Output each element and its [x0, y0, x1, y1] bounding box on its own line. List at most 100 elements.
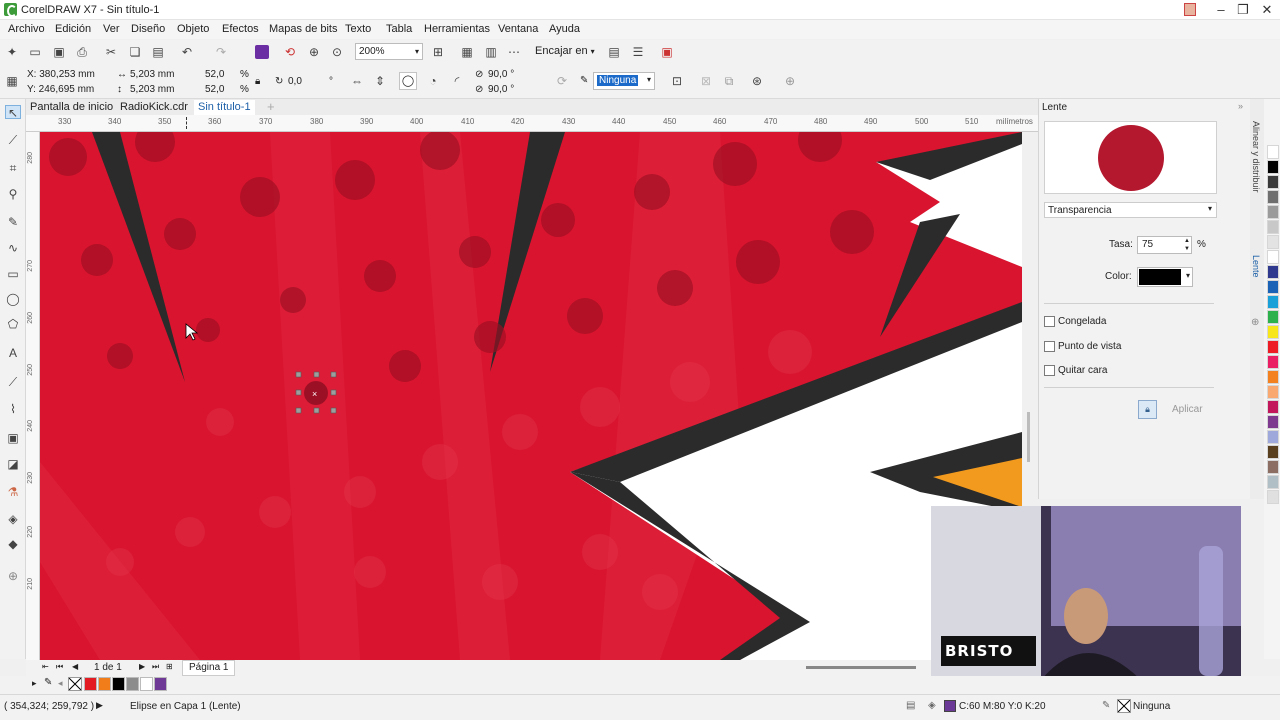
launch-icon[interactable]: ▣ — [660, 45, 674, 59]
object-origin-icon[interactable]: ▦ — [5, 74, 19, 88]
smart-fill-icon[interactable]: ◆ — [5, 537, 21, 551]
new-document-icon[interactable]: ✦ — [5, 45, 19, 59]
menu-herramientas[interactable]: Herramientas — [424, 23, 490, 35]
connector-tool-icon[interactable]: ⌇ — [5, 402, 21, 416]
full-screen-icon[interactable]: ▦ — [460, 45, 474, 59]
document-palette-swatch[interactable] — [140, 677, 153, 691]
zoom-tool-icon[interactable]: ⚲ — [5, 187, 21, 201]
drop-shadow-icon[interactable]: ▣ — [5, 431, 21, 445]
palette-swatch[interactable] — [1267, 415, 1279, 429]
outline-width-select[interactable]: Ninguna ▾ — [593, 72, 655, 90]
wrap-text-icon[interactable]: ⊠ — [699, 74, 713, 88]
lens-type-select[interactable]: Transparencia ▾ — [1044, 202, 1217, 218]
menu-diseno[interactable]: Diseño — [131, 23, 165, 35]
arrange-icon[interactable]: ⧉ — [722, 74, 736, 88]
drawing-canvas[interactable]: × — [40, 132, 1022, 660]
next-page-icon[interactable]: ▶ — [139, 662, 145, 671]
options-icon[interactable]: ☰ — [631, 45, 645, 59]
tab-align-distribute[interactable]: Alinear y distribuir — [1251, 121, 1261, 193]
palette-swatch[interactable] — [1267, 220, 1279, 234]
no-color-swatch[interactable] — [68, 677, 82, 691]
pie-mode-icon[interactable]: ◔ — [426, 74, 440, 88]
document-icon[interactable]: ▤ — [906, 700, 915, 711]
palette-swatch[interactable] — [1267, 445, 1279, 459]
freehand-tool-icon[interactable]: ✎ — [5, 215, 21, 229]
remove-face-checkbox[interactable] — [1044, 365, 1055, 376]
rulers-icon[interactable]: ▥ — [484, 45, 498, 59]
fill-bucket-icon[interactable]: ◈ — [928, 700, 936, 711]
palette-swatch[interactable] — [1267, 160, 1279, 174]
publish-pdf-icon[interactable]: ⊕ — [307, 45, 321, 59]
tab-sin-titulo[interactable]: Sin título-1 — [194, 100, 255, 115]
scroll-thumb[interactable] — [1027, 412, 1030, 462]
play-icon[interactable]: ▶ — [96, 700, 103, 711]
object-width[interactable]: 5,203 mm — [130, 69, 174, 80]
y-position[interactable]: Y: 246,695 mm — [27, 84, 94, 95]
frozen-checkbox[interactable] — [1044, 316, 1055, 327]
snap-to-dropdown[interactable]: Encajar en ▾ — [535, 45, 595, 57]
page-tab[interactable]: Página 1 — [182, 660, 236, 676]
ruler-horizontal[interactable]: 330 340 350 360 370 380 390 400 410 420 … — [26, 115, 1038, 132]
palette-swatch[interactable] — [1267, 205, 1279, 219]
document-palette-swatch[interactable] — [126, 677, 139, 691]
palette-swatch[interactable] — [1267, 490, 1279, 504]
rate-input[interactable]: 75 ▲ ▼ — [1137, 236, 1192, 254]
palette-swatch[interactable] — [1267, 145, 1279, 159]
menu-mapas-de-bits[interactable]: Mapas de bits — [269, 23, 337, 35]
menu-ventana[interactable]: Ventana — [498, 23, 538, 35]
to-curves-icon[interactable]: ⊡ — [670, 74, 684, 88]
last-page-icon[interactable]: ⏭ — [152, 662, 159, 672]
eyedropper-icon[interactable]: ✎ — [44, 677, 52, 688]
parallel-dimension-icon[interactable]: ⟋ — [5, 375, 21, 389]
lens-color-picker[interactable]: ▾ — [1137, 267, 1193, 287]
palette-swatch[interactable] — [1267, 460, 1279, 474]
print-icon[interactable]: ⎙ — [75, 45, 89, 59]
document-palette-swatch[interactable] — [84, 677, 97, 691]
palette-swatch[interactable] — [1267, 310, 1279, 324]
document-palette-swatch[interactable] — [112, 677, 125, 691]
mirror-horizontal-icon[interactable]: ⇔ — [350, 74, 364, 88]
change-direction-icon[interactable]: ⟳ — [555, 74, 569, 88]
undo-icon[interactable]: ↶ — [180, 45, 194, 59]
mirror-vertical-icon[interactable]: ⇕ — [373, 74, 387, 88]
account-icon[interactable] — [1184, 3, 1196, 16]
ellipse-mode-icon[interactable]: ◯ — [399, 72, 417, 90]
menu-texto[interactable]: Texto — [345, 23, 371, 35]
paste-icon[interactable]: ▤ — [151, 45, 165, 59]
application-launcher-icon[interactable]: ⊙ — [330, 45, 344, 59]
add-icon[interactable]: ⊕ — [783, 74, 797, 88]
arc-mode-icon[interactable]: ◜ — [450, 74, 464, 88]
palette-swatch[interactable] — [1267, 265, 1279, 279]
menu-tabla[interactable]: Tabla — [386, 23, 412, 35]
add-docker-icon[interactable]: ⊕ — [1251, 317, 1259, 328]
eyedropper-tool-icon[interactable]: ⚗ — [5, 485, 21, 499]
document-palette-swatch[interactable] — [154, 677, 167, 691]
end-angle[interactable]: 90,0 ° — [488, 84, 514, 95]
tab-welcome[interactable]: Pantalla de inicio — [26, 100, 117, 115]
interactive-fill-icon[interactable]: ◈ — [5, 512, 21, 526]
restore-icon[interactable]: ❐ — [1232, 0, 1254, 20]
scroll-left-icon[interactable]: ◂ — [58, 678, 63, 689]
palette-swatch[interactable] — [1267, 355, 1279, 369]
menu-ver[interactable]: Ver — [103, 23, 120, 35]
cut-icon[interactable]: ✂ — [104, 45, 118, 59]
new-tab-icon[interactable]: + — [267, 99, 275, 114]
rectangle-tool-icon[interactable]: ▭ — [5, 267, 21, 281]
collapse-docker-icon[interactable]: » — [1238, 101, 1243, 111]
lock-icon[interactable]: 🔒︎ — [1138, 400, 1157, 419]
welcome-screen-icon[interactable]: ▤ — [607, 45, 621, 59]
object-height[interactable]: 5,203 mm — [130, 84, 174, 95]
palette-swatch[interactable] — [1267, 325, 1279, 339]
export-icon[interactable]: ⟲ — [283, 45, 297, 59]
pick-tool-icon[interactable]: ↖ — [5, 105, 21, 120]
lock-ratio-icon[interactable]: 🔒︎ — [255, 76, 260, 87]
first-page-icon[interactable]: ⏮ — [56, 662, 63, 672]
menu-objeto[interactable]: Objeto — [177, 23, 209, 35]
menu-efectos[interactable]: Efectos — [222, 23, 259, 35]
first-page-icon[interactable]: ⇤ — [42, 662, 49, 671]
quick-customize-icon[interactable]: ⊛ — [750, 74, 764, 88]
menu-archivo[interactable]: Archivo — [8, 23, 45, 35]
palette-swatch[interactable] — [1267, 295, 1279, 309]
crop-tool-icon[interactable]: ⌗ — [5, 161, 21, 175]
tab-radiokick[interactable]: RadioKick.cdr — [116, 100, 192, 115]
